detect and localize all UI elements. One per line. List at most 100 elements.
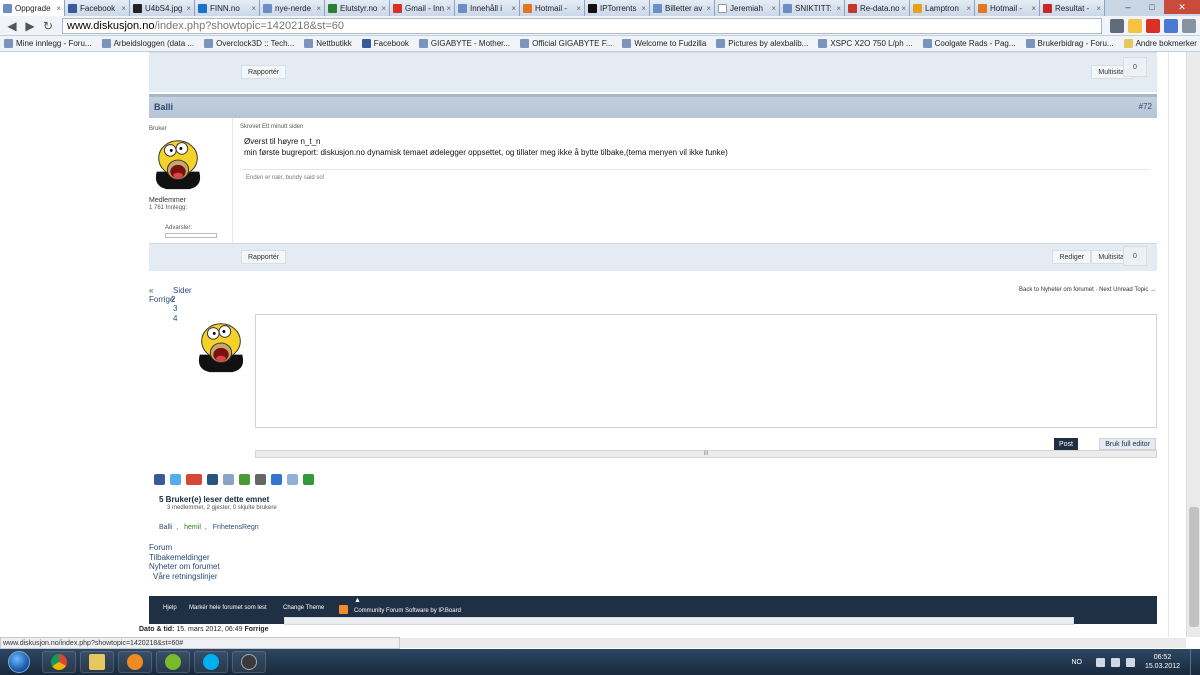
- browser-tab[interactable]: Lamptron ×: [910, 0, 975, 16]
- editor-scrollbar[interactable]: III: [255, 450, 1157, 458]
- close-icon[interactable]: ×: [771, 4, 776, 13]
- post-button[interactable]: Post: [1053, 438, 1078, 450]
- browser-tab[interactable]: Resultat - ×: [1040, 0, 1105, 16]
- star-icon[interactable]: [1128, 18, 1142, 33]
- close-icon[interactable]: ×: [316, 4, 321, 13]
- browser-tab[interactable]: FINN.no ×: [195, 0, 260, 16]
- maximize-icon[interactable]: □: [1140, 0, 1164, 14]
- address-bar[interactable]: www.diskusjon.no/index.php?showtopic=142…: [62, 17, 1102, 34]
- spotify-taskbar-button[interactable]: [156, 651, 190, 673]
- browser-tab[interactable]: IPTorrents ×: [585, 0, 650, 16]
- rss-icon[interactable]: [339, 605, 348, 614]
- browser-tab[interactable]: Billetter av ×: [650, 0, 715, 16]
- browser-tab[interactable]: nye-nerde ×: [260, 0, 325, 16]
- scrollbar-thumb[interactable]: [1189, 507, 1199, 627]
- browser-tab[interactable]: U4bS4.jpg ×: [130, 0, 195, 16]
- bookmark-item[interactable]: Arbeidsloggen (data ...: [101, 39, 194, 48]
- email-icon[interactable]: [223, 474, 234, 485]
- edit-button[interactable]: Rediger: [1052, 250, 1091, 264]
- page-link[interactable]: 4: [173, 314, 177, 323]
- breadcrumb-link[interactable]: Våre retningslinjer: [149, 572, 220, 582]
- reload-icon[interactable]: ↻: [40, 18, 56, 34]
- page-scrollbar[interactable]: [1186, 52, 1200, 637]
- prev-topic-link[interactable]: Forrige: [244, 626, 268, 633]
- browser-tab[interactable]: Hotmail - ×: [520, 0, 585, 16]
- post-number-link[interactable]: #72: [1139, 102, 1152, 111]
- mark-read-link[interactable]: Markér hele forumet som lest: [189, 605, 267, 611]
- breadcrumb-link[interactable]: Forum: [149, 543, 220, 553]
- explorer-taskbar-button[interactable]: [80, 651, 114, 673]
- post-author-link[interactable]: Balli: [154, 102, 173, 112]
- close-icon[interactable]: ×: [121, 4, 126, 13]
- bookmark-item[interactable]: Pictures by alexbalib...: [716, 39, 808, 48]
- bookmark-item[interactable]: Overclock3D :: Tech...: [204, 39, 294, 48]
- browser-tab[interactable]: SNIKTITT: ×: [780, 0, 845, 16]
- close-icon[interactable]: ×: [966, 4, 971, 13]
- print-icon[interactable]: [255, 474, 266, 485]
- browser-tab[interactable]: Re-data.no ×: [845, 0, 910, 16]
- close-icon[interactable]: ×: [1096, 4, 1101, 13]
- show-desktop-button[interactable]: [1190, 649, 1200, 675]
- extension-icon[interactable]: [1110, 18, 1124, 33]
- close-icon[interactable]: ×: [186, 4, 191, 13]
- media-player-taskbar-button[interactable]: [118, 651, 152, 673]
- speaker-icon[interactable]: [1125, 657, 1135, 667]
- chrome-taskbar-button[interactable]: [42, 651, 76, 673]
- back-to-forum-link[interactable]: Back to Nyheter om forumet · Next Unread…: [1019, 287, 1156, 293]
- bookmark-item[interactable]: Welcome to Fudzilla: [622, 39, 706, 48]
- close-icon[interactable]: ×: [56, 4, 61, 13]
- reader-link[interactable]: Balli: [159, 524, 172, 531]
- page-link[interactable]: 3: [173, 304, 177, 313]
- bookmark-item[interactable]: XSPC X2O 750 L/ph ...: [818, 39, 913, 48]
- browser-tab[interactable]: Hotmail - ×: [975, 0, 1040, 16]
- change-theme-link[interactable]: Change Theme: [283, 605, 324, 611]
- help-link[interactable]: Hjelp: [163, 605, 177, 611]
- breadcrumb-link[interactable]: Tilbakemeldinger: [149, 553, 220, 563]
- extension-icon[interactable]: [1164, 18, 1178, 33]
- download-icon[interactable]: [239, 474, 250, 485]
- close-icon[interactable]: ×: [1031, 4, 1036, 13]
- close-window-icon[interactable]: ✕: [1164, 0, 1200, 14]
- close-icon[interactable]: ×: [836, 4, 841, 13]
- browser-tab[interactable]: Gmail - Inn ×: [390, 0, 455, 16]
- back-icon[interactable]: ◀: [4, 18, 20, 34]
- wrench-icon[interactable]: [1182, 18, 1196, 33]
- close-icon[interactable]: ×: [251, 4, 256, 13]
- bookmark-item[interactable]: Mine innlegg - Foru...: [4, 39, 92, 48]
- bookmark-item[interactable]: GIGABYTE - Mother...: [418, 39, 510, 48]
- reddit-icon[interactable]: [287, 474, 298, 485]
- close-icon[interactable]: ×: [511, 4, 516, 13]
- facebook-icon[interactable]: [154, 474, 165, 485]
- ipboard-credit[interactable]: Community Forum Software by IP.Board: [354, 608, 461, 614]
- bookmark-item[interactable]: Brukerbidrag - Foru...: [1025, 39, 1114, 48]
- reader-link[interactable]: FrihetensRegn: [213, 524, 259, 531]
- bookmark-item[interactable]: Official GIGABYTE F...: [520, 39, 612, 48]
- digg-icon[interactable]: [207, 474, 218, 485]
- horizontal-scrollbar[interactable]: [400, 638, 1186, 648]
- network-icon[interactable]: [1110, 657, 1120, 667]
- close-icon[interactable]: ×: [576, 4, 581, 13]
- language-indicator[interactable]: NO: [1071, 659, 1082, 666]
- page-link[interactable]: 2: [171, 295, 175, 304]
- scroll-top-icon[interactable]: ▲: [354, 597, 361, 604]
- forward-icon[interactable]: ▶: [22, 18, 38, 34]
- prev-arrow[interactable]: «: [149, 286, 153, 295]
- avatar[interactable]: [149, 133, 207, 191]
- bookmark-item[interactable]: Nettbutikk: [304, 39, 352, 48]
- browser-tab[interactable]: Jeremiah ×: [715, 0, 780, 16]
- close-icon[interactable]: ×: [706, 4, 711, 13]
- reply-editor[interactable]: [255, 314, 1157, 428]
- flag-icon[interactable]: [1095, 657, 1105, 667]
- browser-tab[interactable]: Oppgrade ×: [0, 0, 65, 16]
- browser-tab[interactable]: Facebook ×: [65, 0, 130, 16]
- other-bookmarks[interactable]: Andre bokmerker: [1123, 39, 1197, 48]
- steam-taskbar-button[interactable]: [232, 651, 266, 673]
- close-icon[interactable]: ×: [381, 4, 386, 13]
- twitter-icon[interactable]: [170, 474, 181, 485]
- minimize-icon[interactable]: –: [1116, 0, 1140, 14]
- delicious-icon[interactable]: [271, 474, 282, 485]
- clock[interactable]: 06:52 15.03.2012: [1145, 653, 1180, 671]
- gmail-icon[interactable]: [1146, 18, 1160, 33]
- stumbleupon-icon[interactable]: [303, 474, 314, 485]
- report-button[interactable]: Rapportér: [241, 250, 287, 264]
